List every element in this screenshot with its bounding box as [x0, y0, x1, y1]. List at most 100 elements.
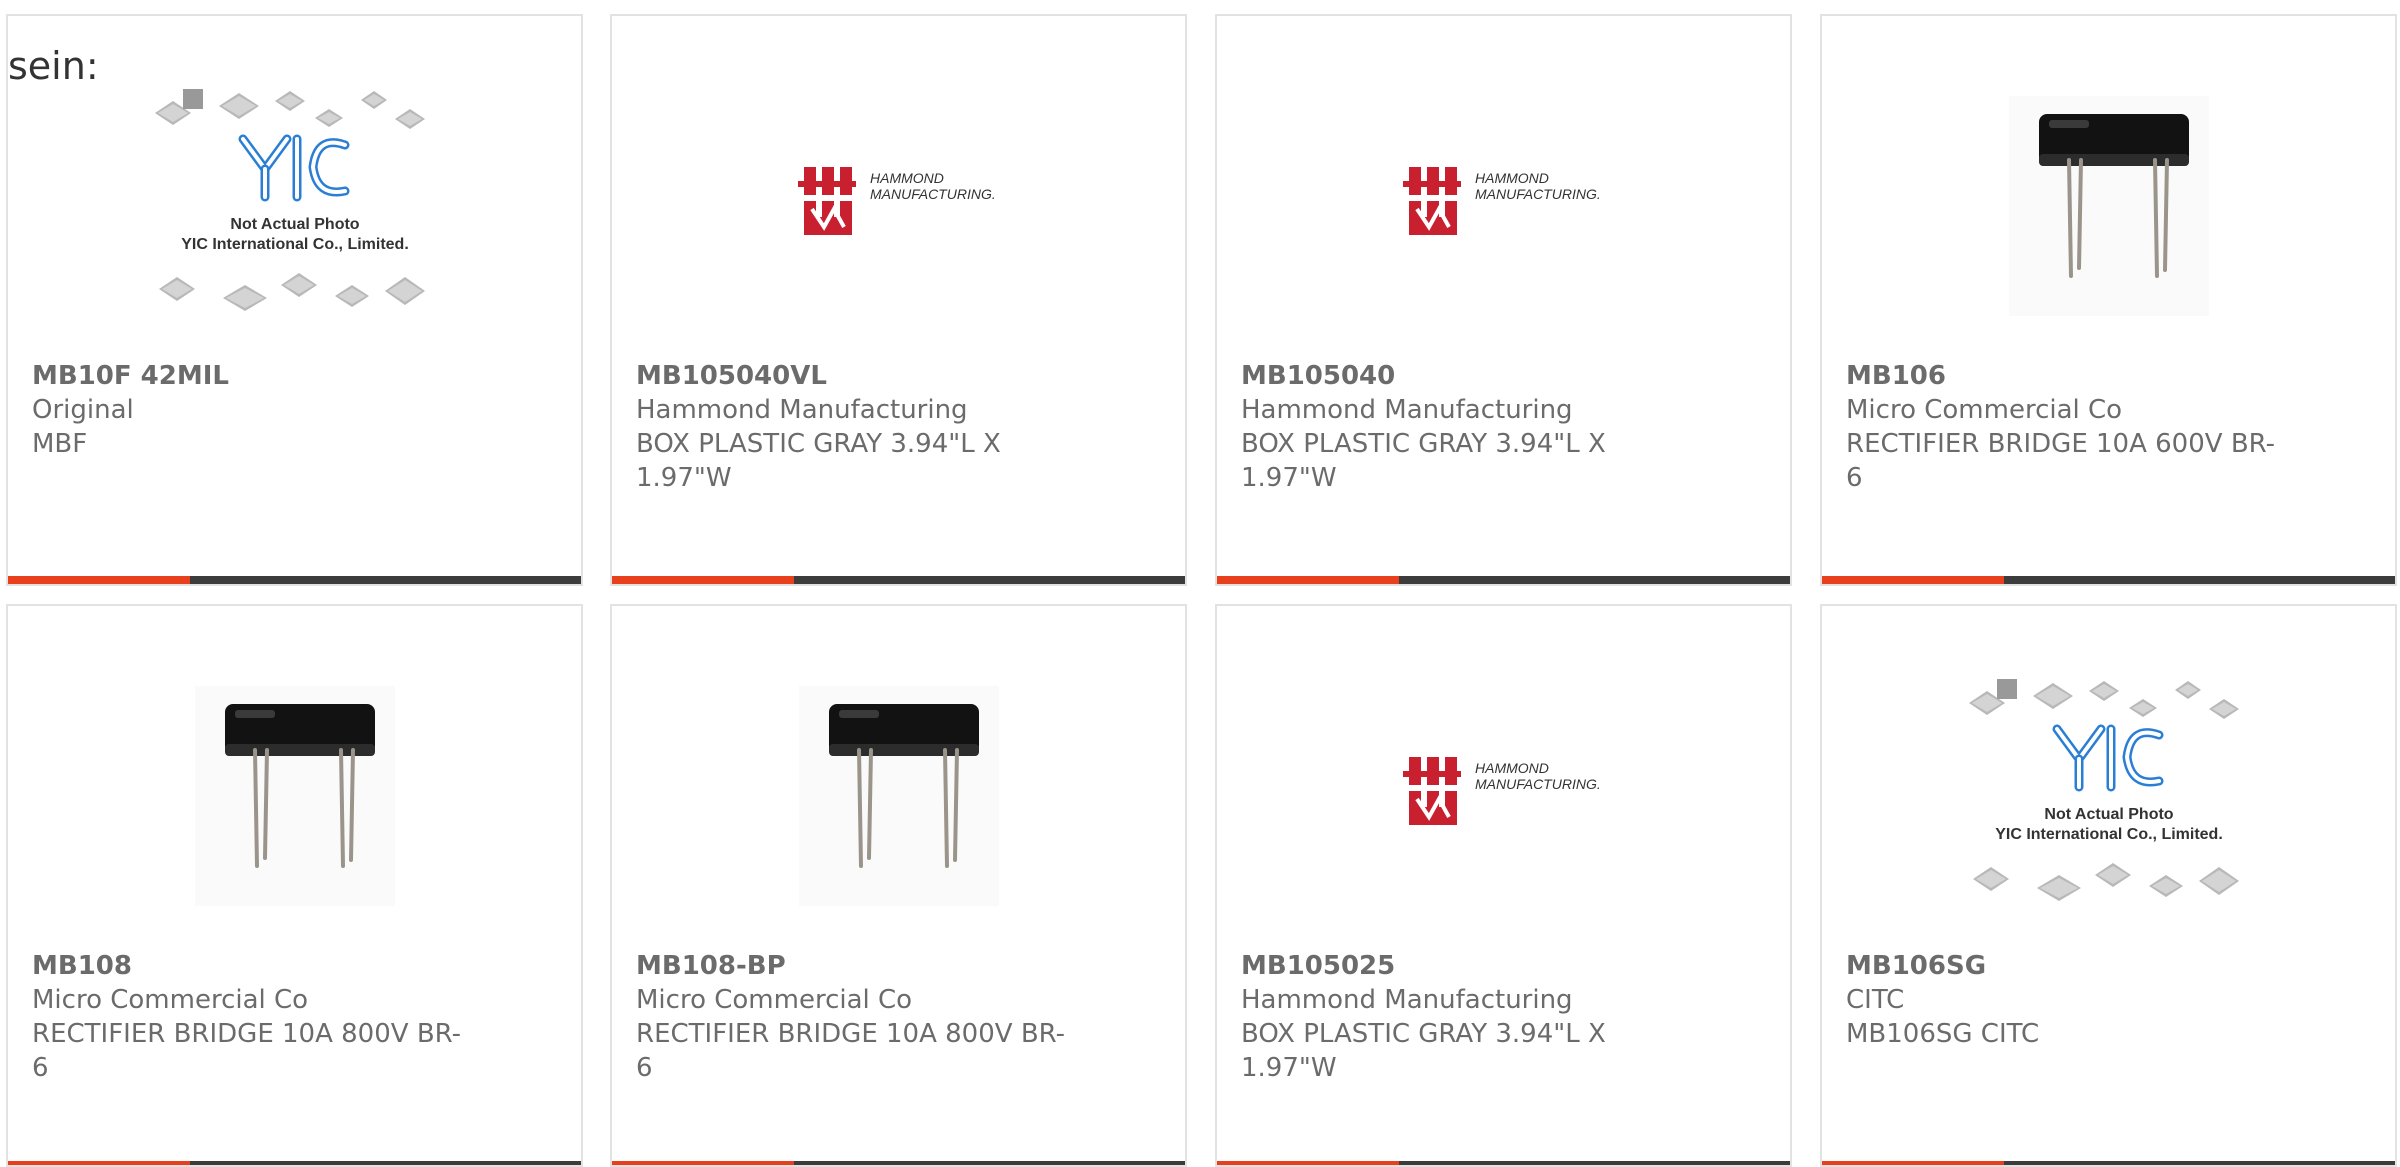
part-number[interactable]: MB10F 42MIL [32, 359, 472, 393]
card-bottom-bar [1822, 1161, 2395, 1165]
chip-icon [218, 93, 259, 119]
placeholder-caption: YIC International Co., Limited. [1995, 826, 2223, 843]
card-bottom-bar [8, 1161, 581, 1165]
rectifier-lead [856, 748, 863, 868]
chip-icon [2094, 863, 2131, 887]
chip-icon [2032, 683, 2073, 709]
rectifier-lead [2162, 158, 2169, 272]
chip-icon [2088, 681, 2119, 701]
card-bottom-bar [1822, 576, 2395, 584]
manufacturer: Hammond Manufacturing [1241, 985, 1573, 1015]
placeholder-caption: Not Actual Photo [230, 216, 359, 233]
product-card[interactable]: Not Actual Photo YIC International Co., L… [6, 14, 583, 586]
hammond-mark-icon [1402, 167, 1461, 235]
product-info: MB105025 Hammond Manufacturing BOX PLASTIC… [1241, 949, 1681, 1085]
product-card[interactable]: MB108 Micro Commercial Co RECTIFIER BRIDGE… [6, 604, 583, 1167]
product-card[interactable]: MB108-BP Micro Commercial Co RECTIFIER BRI… [610, 604, 1187, 1167]
rectifier-lead [338, 748, 345, 868]
chip-icon [394, 109, 425, 129]
product-info: MB106 Micro Commercial Co RECTIFIER BRIDGE… [1846, 359, 2286, 495]
hammond-logo-text: MANUFACTURING. [1475, 776, 1601, 792]
rectifier-lead [252, 748, 259, 868]
product-description: BOX PLASTIC GRAY 3.94"L X 1.97"W [1241, 429, 1606, 493]
part-number[interactable]: MB108-BP [636, 949, 1076, 983]
part-number[interactable]: MB105040 [1241, 359, 1681, 393]
product-image[interactable] [612, 646, 1185, 946]
accent-bar [1217, 576, 1399, 584]
yic-logo-icon [2052, 724, 2163, 792]
lead-text: sein: [8, 44, 99, 88]
chip-icon [182, 89, 203, 109]
accent-bar [8, 1161, 190, 1165]
rectifier-lead [866, 748, 873, 860]
product-description: RECTIFIER BRIDGE 10A 600V BR-6 [1846, 429, 2276, 493]
product-description: RECTIFIER BRIDGE 10A 800V BR-6 [32, 1019, 462, 1083]
accent-bar [1822, 1161, 2004, 1165]
product-card[interactable]: MB106 Micro Commercial Co RECTIFIER BRIDGE… [1820, 14, 2397, 586]
product-info: MB10F 42MIL Original MBF [32, 359, 472, 461]
bridge-rectifier-image [194, 686, 395, 906]
hammond-logo-text: HAMMOND [1475, 170, 1549, 186]
product-description: BOX PLASTIC GRAY 3.94"L X 1.97"W [636, 429, 1001, 493]
card-bottom-bar [612, 1161, 1185, 1165]
chip-icon [1972, 867, 2009, 891]
chip-icon [280, 273, 317, 297]
product-image[interactable]: Not Actual Photo YIC International Co., L… [8, 56, 581, 356]
product-card[interactable]: Not Actual Photo YIC International Co., L… [1820, 604, 2397, 1167]
card-bottom-bar [1217, 576, 1790, 584]
accent-bar [8, 576, 190, 584]
part-number[interactable]: MB106 [1846, 359, 2286, 393]
chip-icon [334, 285, 369, 307]
product-image[interactable]: HAMMOND MANUFACTURING. [1217, 646, 1790, 946]
bridge-rectifier-image [798, 686, 999, 906]
manufacturer: Micro Commercial Co [1846, 395, 2123, 425]
chip-icon [384, 277, 425, 305]
product-info: MB108 Micro Commercial Co RECTIFIER BRIDGE… [32, 949, 472, 1085]
chip-icon [2128, 699, 2157, 717]
hammond-mark-icon [797, 167, 856, 235]
part-number[interactable]: MB105025 [1241, 949, 1681, 983]
product-image[interactable] [1822, 56, 2395, 356]
chip-icon [222, 285, 267, 311]
product-info: MB105040VL Hammond Manufacturing BOX PLAST… [636, 359, 1076, 495]
product-info: MB106SG CITC MB106SG CITC [1846, 949, 2286, 1051]
hammond-logo: HAMMONDMANUFACTURING. [1402, 757, 1601, 825]
chip-icon [360, 91, 387, 109]
product-info: MB105040 Hammond Manufacturing BOX PLASTIC… [1241, 359, 1681, 495]
hammond-logo-text: HAMMOND [1475, 760, 1549, 776]
chip-icon [158, 277, 195, 301]
hammond-logo: HAMMONDMANUFACTURING. [797, 167, 995, 235]
part-number[interactable]: MB106SG [1846, 949, 2286, 983]
accent-bar [612, 1161, 794, 1165]
rectifier-lead [2152, 158, 2159, 278]
yic-logo-icon [238, 134, 349, 202]
part-number[interactable]: MB105040VL [636, 359, 1076, 393]
manufacturer: Micro Commercial Co [636, 985, 913, 1015]
product-image[interactable]: HAMMOND MANUFACTURING. [612, 56, 1185, 356]
accent-bar [612, 576, 794, 584]
chip-icon [1996, 679, 2017, 699]
placeholder-image: Not Actual Photo YIC International Co., L… [154, 89, 425, 311]
product-card[interactable]: HAMMOND MANUFACTURING. MB105040 Hammond Man… [1215, 14, 1792, 586]
rectifier-lead [348, 748, 355, 862]
product-image[interactable]: HAMMOND MANUFACTURING. [1217, 56, 1790, 356]
bridge-rectifier-image [2008, 96, 2209, 316]
accent-bar [1822, 576, 2004, 584]
card-bottom-bar [1217, 1161, 1790, 1165]
placeholder-caption: YIC International Co., Limited. [181, 236, 409, 253]
product-card[interactable]: HAMMOND MANUFACTURING. MB105025 Hammond Man… [1215, 604, 1792, 1167]
accent-bar [1217, 1161, 1399, 1165]
placeholder-caption: Not Actual Photo [2044, 806, 2173, 823]
chip-icon [2198, 867, 2239, 895]
rectifier-lead [2076, 158, 2083, 270]
product-image[interactable] [8, 646, 581, 946]
part-number[interactable]: MB108 [32, 949, 472, 983]
chip-icon [274, 91, 305, 111]
chip-icon [2208, 699, 2239, 719]
rectifier-lead [942, 748, 949, 868]
product-image[interactable]: Not Actual Photo YIC International Co., L… [1822, 646, 2395, 946]
chip-icon [2174, 681, 2201, 699]
rectifier-lead [2066, 158, 2073, 278]
product-description: RECTIFIER BRIDGE 10A 800V BR-6 [636, 1019, 1066, 1083]
product-card[interactable]: HAMMOND MANUFACTURING. MB105040VL Hammond M… [610, 14, 1187, 586]
